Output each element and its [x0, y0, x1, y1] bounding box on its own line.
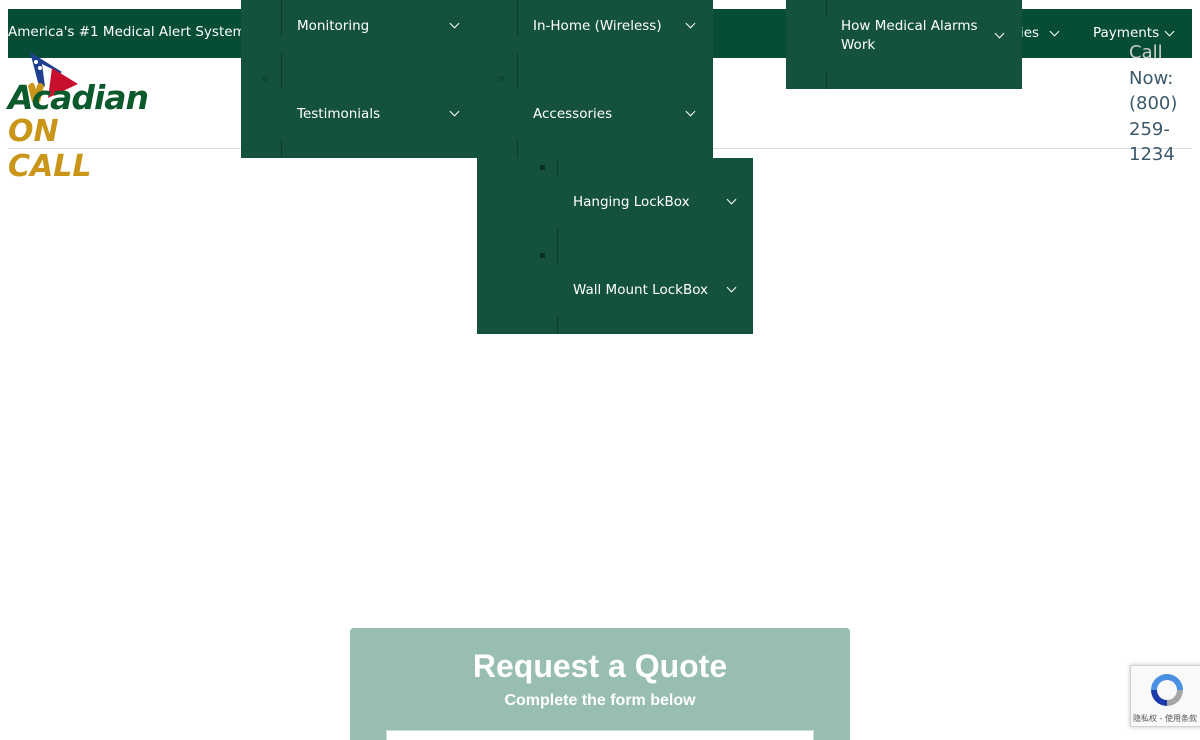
logo-wordmark-on-call: ON CALL — [8, 114, 92, 184]
menu-divider — [517, 0, 518, 36]
recaptcha-badge[interactable]: 隐私权 - 使用条款 — [1130, 665, 1200, 727]
list-bullet — [540, 165, 545, 170]
menu-divider — [826, 72, 827, 89]
logo-wordmark-acadian: Acadian — [8, 78, 149, 117]
menu-divider — [826, 0, 827, 18]
menu-divider — [281, 53, 282, 89]
menu-item-hanging-lockbox[interactable]: Hanging LockBox — [573, 193, 690, 212]
quote-title: Request a Quote — [472, 648, 728, 684]
menu-divider — [517, 139, 518, 158]
menu-item-in-home-wireless[interactable]: In-Home (Wireless) — [533, 17, 662, 36]
nav-item-payments[interactable]: Payments — [1093, 25, 1159, 41]
nav-item-partial-label: ies — [1020, 25, 1040, 41]
menu-divider — [557, 316, 558, 334]
call-now-label-2: Now: — [1129, 67, 1174, 89]
acadian-on-call-logo[interactable]: Acadian ON CALL — [6, 50, 149, 184]
call-now-block[interactable]: Call Now: (800) 259- 1234 — [1129, 40, 1189, 168]
phone-part-2: 259- — [1129, 118, 1170, 140]
list-bullet — [540, 253, 545, 258]
menu-item-wall-mount-lockbox[interactable]: Wall Mount LockBox — [573, 281, 708, 300]
recaptcha-terms[interactable]: 隐私权 - 使用条款 — [1133, 713, 1197, 724]
menu-item-how-line2: Work — [841, 37, 876, 53]
menu-divider — [557, 158, 558, 177]
menu-item-how-medical-alarms-work[interactable]: How Medical Alarms Work — [841, 17, 978, 55]
recaptcha-icon — [1151, 674, 1183, 706]
dropdown-panel-accessories — [477, 158, 753, 334]
menu-item-testimonials[interactable]: Testimonials — [297, 105, 380, 124]
menu-divider — [557, 228, 558, 265]
menu-item-how-line1: How Medical Alarms — [841, 18, 978, 34]
site-tagline: America's #1 Medical Alert Systems — [8, 24, 253, 40]
menu-item-monitoring[interactable]: Monitoring — [297, 17, 369, 36]
nav-item-partial[interactable]: ies — [1020, 25, 1039, 41]
quote-first-field[interactable] — [386, 730, 814, 740]
menu-item-accessories[interactable]: Accessories — [533, 105, 612, 124]
request-quote-form: Request a Quote Complete the form below — [350, 628, 850, 740]
phone-part-1: (800) — [1129, 93, 1178, 114]
list-bullet — [263, 76, 268, 81]
menu-divider — [281, 0, 282, 36]
list-bullet — [499, 76, 504, 81]
quote-subtitle: Complete the form below — [504, 692, 696, 709]
menu-divider — [281, 139, 282, 158]
menu-divider — [517, 53, 518, 89]
nav-item-payments-label: Payments — [1093, 25, 1160, 41]
phone-part-3: 1234 — [1129, 144, 1175, 165]
call-now-label: Call — [1129, 42, 1163, 63]
